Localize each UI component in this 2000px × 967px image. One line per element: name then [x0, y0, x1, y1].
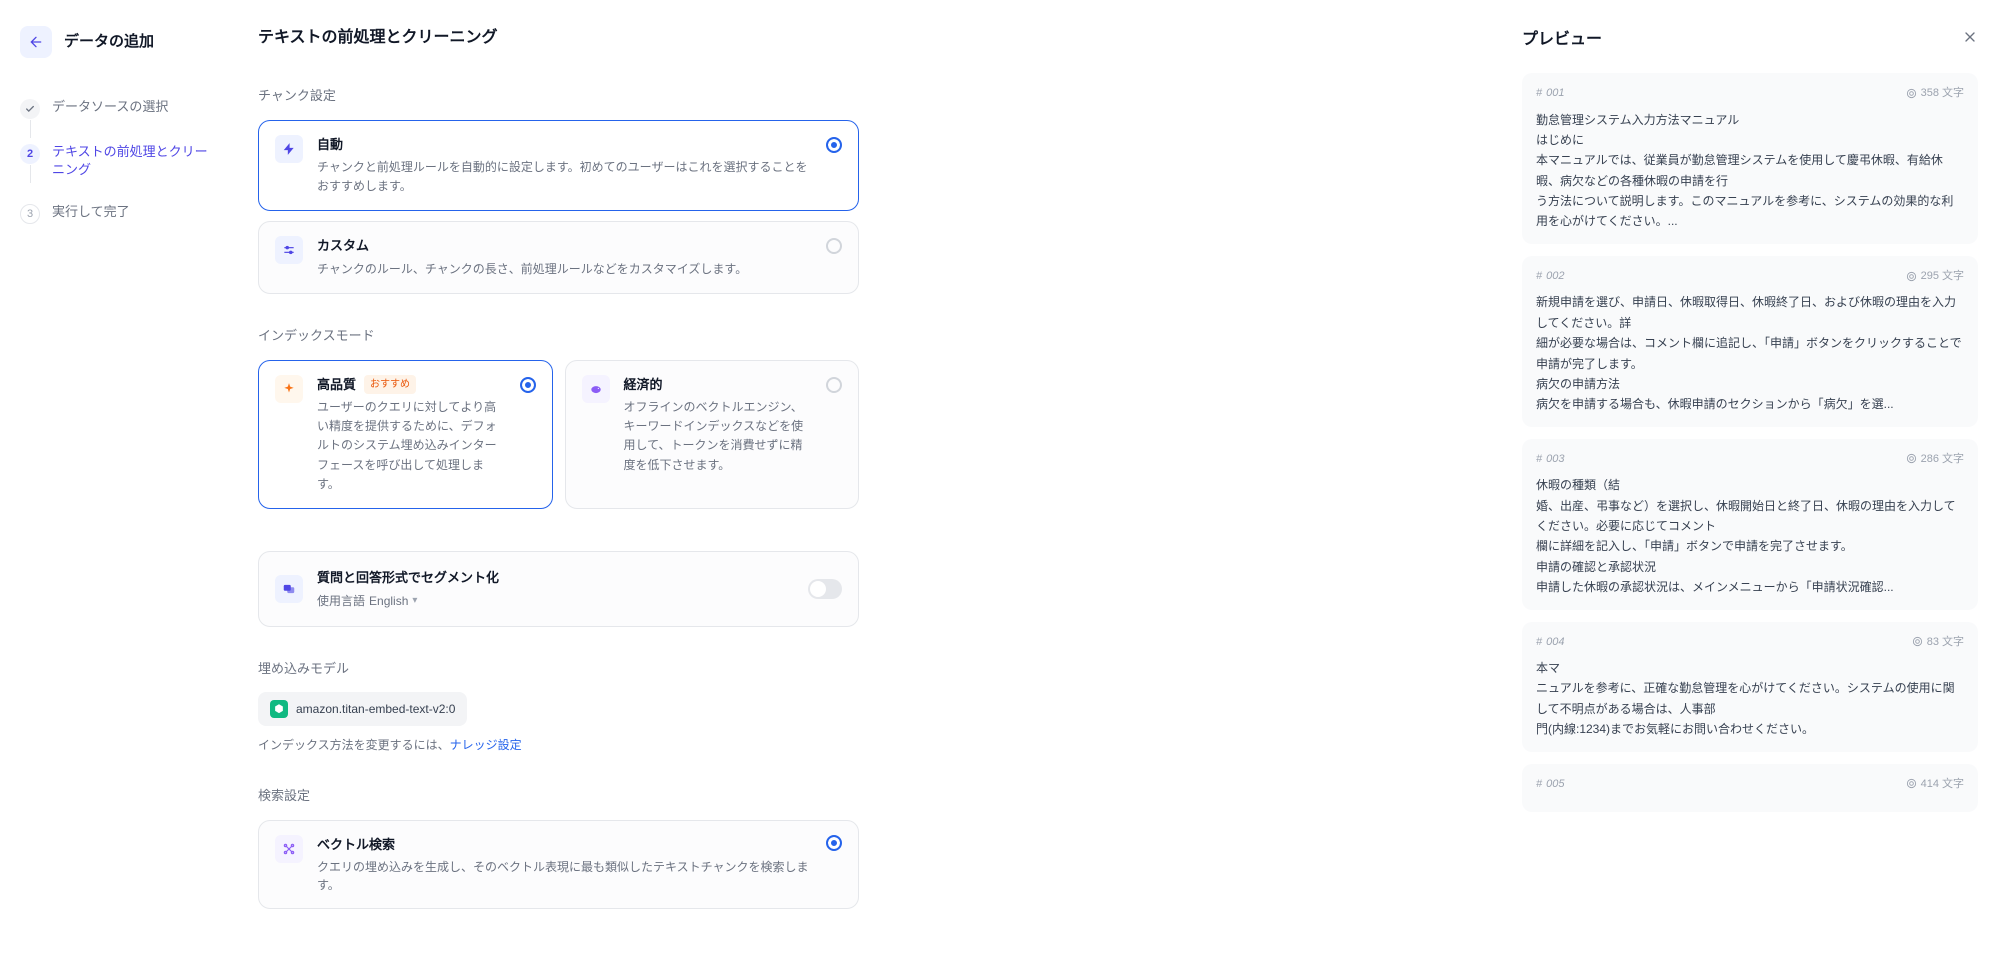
chat-icon	[275, 575, 303, 603]
qa-toggle[interactable]	[808, 579, 842, 599]
qa-segment-section: 質問と回答形式でセグメント化 使用言語 English ▾	[258, 551, 859, 627]
qa-segment-card: 質問と回答形式でセグメント化 使用言語 English ▾	[258, 551, 859, 627]
back-button[interactable]	[20, 26, 52, 58]
preview-chunk[interactable]: # 002 295 文字 新規申請を選び、申請日、休暇取得日、休暇終了日、および…	[1522, 256, 1978, 427]
arrow-left-icon	[28, 34, 44, 50]
chunk-id: # 005	[1536, 776, 1564, 793]
check-icon	[20, 99, 40, 119]
close-icon	[1962, 29, 1978, 45]
index-high-quality-option[interactable]: 高品質 おすすめ ユーザーのクエリに対してより高い精度を提供するために、デフォル…	[258, 360, 553, 509]
qa-title: 質問と回答形式でセグメント化	[317, 568, 794, 588]
page-title: テキストの前処理とクリーニング	[258, 26, 859, 50]
index-mode-section: インデックスモード 高品質 おすすめ ユーザーのクエリに対してより高い精度を提供…	[258, 326, 859, 519]
section-label-chunk: チャンク設定	[258, 86, 859, 106]
hash-icon: #	[1536, 451, 1542, 468]
embedding-note: インデックス方法を変更するには、ナレッジ設定	[258, 736, 859, 754]
chunk-auto-option[interactable]: 自動 チャンクと前処理ルールを自動的に設定します。初めてのユーザーはこれを選択す…	[258, 120, 859, 212]
radio-indicator	[826, 137, 842, 153]
vector-icon	[275, 835, 303, 863]
section-label-embedding: 埋め込みモデル	[258, 659, 859, 679]
radio-indicator	[826, 377, 842, 393]
chunk-id: # 001	[1536, 85, 1564, 102]
sliders-icon	[275, 236, 303, 264]
hash-icon: #	[1536, 634, 1542, 651]
chunk-char-count: 358 文字	[1906, 85, 1964, 102]
chunk-text: 勤怠管理システム入力方法マニュアル はじめに 本マニュアルでは、従業員が勤怠管理…	[1536, 110, 1964, 232]
hash-icon: #	[1536, 268, 1542, 285]
chunk-char-count: 414 文字	[1906, 776, 1964, 793]
chunk-id: # 004	[1536, 634, 1564, 651]
step-1[interactable]: データソースの選択	[20, 98, 210, 119]
chunk-text: 新規申請を選び、申請日、休暇取得日、休暇終了日、および休暇の理由を入力してくださ…	[1536, 292, 1964, 414]
wizard-steps: データソースの選択 2 テキストの前処理とクリーニング 3 実行して完了	[20, 98, 210, 224]
step-3[interactable]: 3 実行して完了	[20, 203, 210, 224]
chunk-id: # 003	[1536, 451, 1564, 468]
chunks-list: # 001 358 文字 勤怠管理システム入力方法マニュアル はじめに 本マニュ…	[1522, 73, 1978, 812]
lightning-icon	[275, 135, 303, 163]
search-settings-section: 検索設定 ベクトル検索 クエリの埋め込みを生成し、そのベクトル表現に最も類似した…	[258, 786, 859, 909]
embedding-model-pill: ⬢ amazon.titan-embed-text-v2:0	[258, 692, 467, 726]
chunk-text: 休暇の種類（結 婚、出産、弔事など）を選択し、休暇開始日と終了日、休暇の理由を入…	[1536, 475, 1964, 597]
preview-panel: プレビュー # 001 358 文字 勤怠管理システム入力方法マニュアル はじめ…	[1500, 0, 2000, 967]
chunk-char-count: 295 文字	[1906, 268, 1964, 285]
preview-chunk[interactable]: # 003 286 文字 休暇の種類（結 婚、出産、弔事など）を選択し、休暇開始…	[1522, 439, 1978, 610]
target-icon	[1912, 636, 1923, 647]
back-title: データの追加	[64, 31, 154, 54]
chunk-char-count: 83 文字	[1912, 634, 1964, 651]
preview-chunk[interactable]: # 005 414 文字	[1522, 764, 1978, 813]
embedding-section: 埋め込みモデル ⬢ amazon.titan-embed-text-v2:0 イ…	[258, 659, 859, 755]
target-icon	[1906, 271, 1917, 282]
radio-indicator	[826, 835, 842, 851]
sparkle-icon	[275, 375, 303, 403]
hash-icon: #	[1536, 776, 1542, 793]
model-provider-icon: ⬢	[270, 700, 288, 718]
radio-indicator	[520, 377, 536, 393]
index-economical-option[interactable]: 経済的 オフラインのベクトルエンジン、キーワードインデックスなどを使用して、トー…	[565, 360, 860, 509]
qa-language-select[interactable]: 使用言語 English ▾	[317, 592, 794, 610]
preview-title: プレビュー	[1522, 28, 1602, 52]
chunk-char-count: 286 文字	[1906, 451, 1964, 468]
preview-chunk[interactable]: # 001 358 文字 勤怠管理システム入力方法マニュアル はじめに 本マニュ…	[1522, 73, 1978, 244]
chunk-settings-section: チャンク設定 自動 チャンクと前処理ルールを自動的に設定します。初めてのユーザー…	[258, 86, 859, 294]
sidebar: データの追加 データソースの選択 2 テキストの前処理とクリーニング 3 実行し…	[0, 0, 230, 967]
target-icon	[1906, 453, 1917, 464]
piggy-bank-icon	[582, 375, 610, 403]
chunk-text: 本マ ニュアルを参考に、正確な勤怠管理を心がけてください。システムの使用に関して…	[1536, 658, 1964, 740]
chevron-down-icon: ▾	[412, 593, 417, 608]
knowledge-settings-link[interactable]: ナレッジ設定	[450, 738, 522, 752]
vector-search-option[interactable]: ベクトル検索 クエリの埋め込みを生成し、そのベクトル表現に最も類似したテキストチ…	[258, 820, 859, 910]
preview-chunk[interactable]: # 004 83 文字 本マ ニュアルを参考に、正確な勤怠管理を心がけてください…	[1522, 622, 1978, 752]
chunk-custom-option[interactable]: カスタム チャンクのルール、チャンクの長さ、前処理ルールなどをカスタマイズします…	[258, 221, 859, 294]
target-icon	[1906, 778, 1917, 789]
main-content: テキストの前処理とクリーニング チャンク設定 自動 チャンクと前処理ルールを自動…	[230, 0, 899, 967]
radio-indicator	[826, 238, 842, 254]
step-2[interactable]: 2 テキストの前処理とクリーニング	[20, 143, 210, 179]
hash-icon: #	[1536, 85, 1542, 102]
recommended-badge: おすすめ	[364, 375, 416, 394]
target-icon	[1906, 88, 1917, 99]
section-label-search: 検索設定	[258, 786, 859, 806]
section-label-index: インデックスモード	[258, 326, 859, 346]
close-button[interactable]	[1962, 26, 1978, 53]
chunk-id: # 002	[1536, 268, 1564, 285]
